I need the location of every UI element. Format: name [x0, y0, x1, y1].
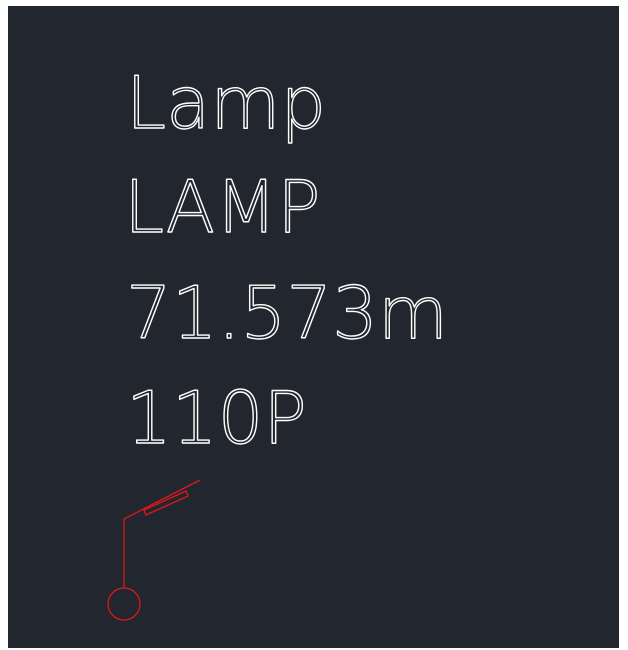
- label-lamp: Lamp: [126, 61, 326, 145]
- label-lamp-uppercase: LAMP: [124, 165, 321, 249]
- label-elevation: 71.573m: [126, 271, 448, 355]
- cad-canvas[interactable]: Lamp LAMP 71.573m 110P: [8, 6, 619, 648]
- cad-drawing-viewport[interactable]: Lamp LAMP 71.573m 110P: [8, 6, 619, 648]
- label-lamp-code: 110P: [126, 376, 307, 460]
